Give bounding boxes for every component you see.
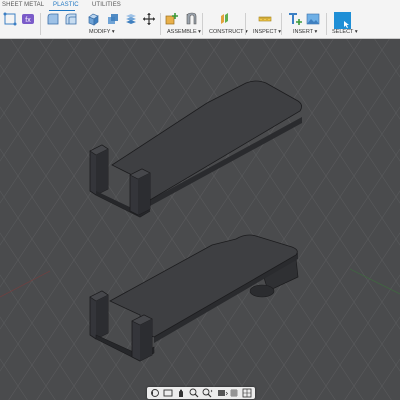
group-separator (160, 13, 161, 35)
new-component-icon[interactable] (165, 12, 179, 26)
joint-icon[interactable] (184, 12, 198, 26)
insert-image-icon[interactable] (306, 12, 320, 26)
navigation-bar (147, 387, 255, 399)
insert-group-label[interactable]: INSERT ▾ (293, 29, 317, 35)
inspect-group-label[interactable]: INSPECT ▾ (253, 29, 281, 35)
sketch-icon[interactable] (3, 12, 17, 26)
svg-text:fx: fx (25, 17, 31, 24)
canvas-viewport[interactable] (0, 39, 400, 400)
fillet-icon[interactable] (46, 12, 60, 26)
look-at-icon[interactable] (162, 388, 174, 398)
group-separator (245, 13, 246, 35)
tab-utilities[interactable]: UTILITIES (92, 2, 121, 8)
shell-icon[interactable] (64, 12, 78, 26)
insert-text-icon[interactable] (288, 12, 302, 26)
toolbar-ribbon: SHEET METAL PLASTIC UTILITIES fx MODIFY … (0, 0, 400, 39)
assemble-group-label[interactable]: ASSEMBLE ▾ (167, 29, 201, 35)
viewports-icon[interactable] (242, 388, 254, 398)
parameters-icon[interactable]: fx (21, 12, 35, 26)
group-separator (281, 13, 282, 35)
select-group-label[interactable]: SELECT ▾ (332, 29, 358, 35)
zoom-icon[interactable] (188, 388, 200, 398)
tab-plastic[interactable]: PLASTIC (53, 2, 79, 8)
move-icon[interactable] (142, 12, 156, 26)
grid-icon[interactable] (229, 388, 241, 398)
combine-icon[interactable] (106, 12, 120, 26)
group-separator (326, 13, 327, 35)
modify-group-label[interactable]: MODIFY ▾ (89, 29, 115, 35)
fit-icon[interactable] (201, 388, 213, 398)
measure-icon[interactable] (258, 12, 272, 26)
combine-layers-icon[interactable] (124, 12, 138, 26)
pan-icon[interactable] (175, 388, 187, 398)
display-mode-icon[interactable] (216, 388, 228, 398)
active-tab-indicator (49, 10, 75, 11)
group-separator (202, 13, 203, 35)
offset-plane-icon[interactable] (218, 12, 232, 26)
construct-group-label[interactable]: CONSTRUCT ▾ (209, 29, 248, 35)
tab-sheet-metal[interactable]: SHEET METAL (2, 2, 44, 8)
orbit-icon[interactable] (149, 388, 161, 398)
group-separator (40, 13, 41, 35)
select-icon[interactable] (334, 12, 351, 29)
press-pull-icon[interactable] (86, 12, 100, 26)
